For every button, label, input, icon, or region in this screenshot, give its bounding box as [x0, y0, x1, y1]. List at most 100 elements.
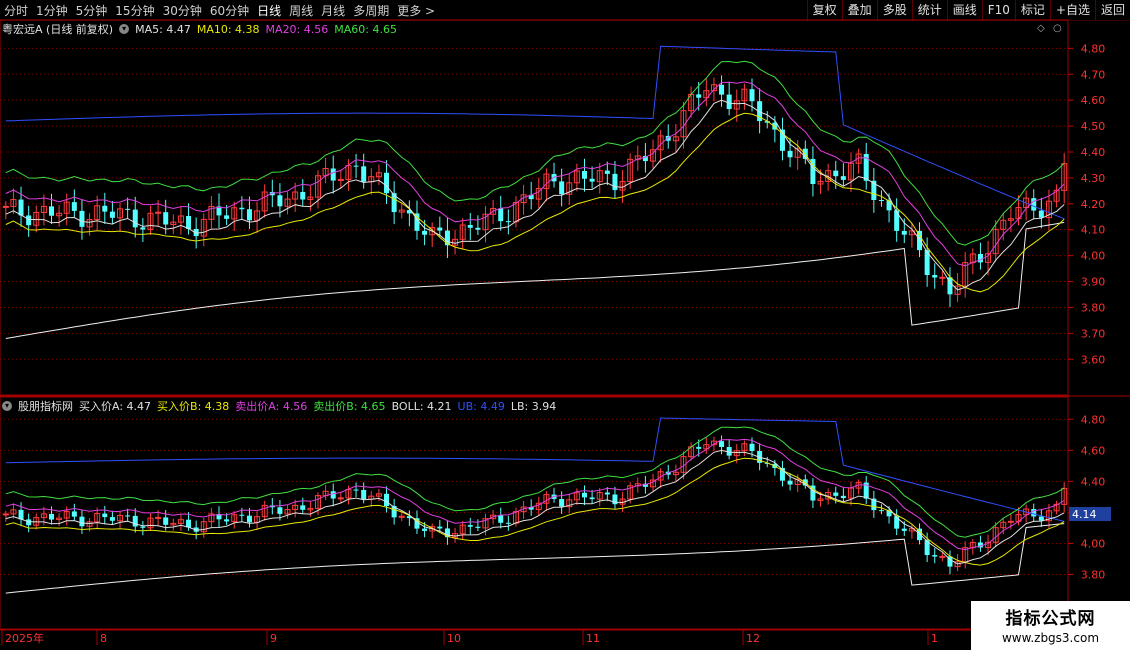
- candle-body: [779, 129, 785, 151]
- candle-body: [703, 444, 710, 450]
- candle-body: [71, 511, 77, 517]
- period-tab[interactable]: 1分钟: [32, 2, 72, 19]
- tool-button[interactable]: 统计: [911, 0, 947, 20]
- candle-body: [1007, 218, 1014, 221]
- candle-body: [512, 511, 519, 524]
- candle-body: [787, 150, 793, 158]
- indicator-value: 卖出价B: 4.65: [313, 400, 386, 413]
- candle-body: [345, 489, 352, 499]
- candle-body: [894, 516, 900, 529]
- tool-button[interactable]: 返回: [1094, 0, 1130, 20]
- candle-body: [337, 179, 344, 182]
- candle-body: [292, 191, 299, 200]
- tool-button[interactable]: 画线: [946, 0, 982, 20]
- candle-body: [467, 525, 473, 527]
- period-tab[interactable]: 周线: [285, 2, 317, 19]
- candle-body: [482, 213, 489, 231]
- candle-body: [985, 253, 992, 263]
- indicator-value: UB: 4.49: [457, 400, 505, 413]
- candle-body: [589, 178, 595, 182]
- candle-body: [163, 212, 169, 225]
- tool-button[interactable]: 复权: [806, 0, 842, 20]
- ma10-line: [5, 112, 1065, 293]
- candle-body: [924, 540, 930, 556]
- candle-body: [33, 211, 40, 226]
- candle-body: [634, 483, 641, 487]
- period-tab[interactable]: 30分钟: [159, 2, 206, 19]
- price-tick-label: 3.90: [1081, 276, 1106, 289]
- candle-body: [391, 193, 397, 213]
- candle-body: [246, 515, 252, 523]
- candle-body: [581, 492, 587, 498]
- candle-body: [977, 542, 983, 548]
- settings-circle-icon[interactable]: ▾: [119, 24, 130, 34]
- candle-body: [901, 230, 907, 235]
- candle-body: [1015, 207, 1022, 220]
- period-tab[interactable]: 5分钟: [72, 2, 112, 19]
- candle-body: [79, 210, 85, 227]
- candle-body: [634, 155, 641, 160]
- candle-body: [498, 515, 504, 523]
- candle-body: [543, 173, 550, 189]
- candle-body: [292, 504, 299, 511]
- period-tab[interactable]: 60分钟: [206, 2, 253, 19]
- candle-body: [414, 518, 420, 529]
- date-label: 2025年: [5, 631, 44, 645]
- candle-body: [969, 253, 976, 264]
- boll-line: [5, 221, 1065, 339]
- ma10-line: [5, 457, 1065, 566]
- candle-body: [825, 170, 832, 182]
- candle-body: [322, 167, 329, 177]
- ma20-line: [5, 438, 1065, 551]
- diamond-icon[interactable]: ◇: [1037, 23, 1045, 34]
- date-label: 10: [447, 632, 461, 645]
- candle-body: [239, 207, 245, 210]
- candle-body: [688, 446, 695, 458]
- circle-icon[interactable]: ○: [1053, 23, 1062, 34]
- candle-body: [787, 480, 793, 485]
- main-indicators: MA5: 4.47 MA10: 4.38 MA20: 4.56 MA60: 4.65: [135, 23, 403, 36]
- tool-button[interactable]: +自选: [1049, 0, 1095, 20]
- candle-body: [459, 524, 466, 535]
- period-tab[interactable]: 月线: [317, 2, 349, 19]
- candle-body: [657, 471, 664, 481]
- date-label: 12: [746, 632, 760, 645]
- price-tick-label: 4.70: [1081, 68, 1106, 81]
- candle-body: [505, 221, 511, 223]
- candle-body: [894, 210, 900, 231]
- candle-body: [878, 510, 884, 512]
- candle-body: [680, 456, 687, 473]
- period-tab[interactable]: 分时: [0, 2, 32, 19]
- candle-body: [361, 489, 367, 500]
- sub-title: 股朋指标网: [18, 400, 73, 413]
- candle-body: [764, 462, 770, 464]
- candle-body: [710, 84, 717, 92]
- tool-button[interactable]: 标记: [1014, 0, 1050, 20]
- kline-chart[interactable]: 4.80 4.70 4.60 4.50 4.40 4.30 4.20 4.10 4.00 3.90…: [0, 0, 1130, 650]
- tool-button[interactable]: 叠加: [841, 0, 877, 20]
- settings-circle-icon[interactable]: ▾: [2, 401, 12, 411]
- candle-body: [170, 522, 177, 526]
- candle-body: [261, 191, 268, 212]
- candle-body: [825, 492, 832, 500]
- candle-body: [208, 513, 215, 523]
- candle-body: [254, 516, 261, 523]
- candle-body: [177, 215, 184, 223]
- candle-body: [749, 89, 755, 102]
- tool-button[interactable]: F10: [981, 0, 1015, 20]
- period-tab[interactable]: 多周期: [349, 2, 393, 19]
- candle-body: [132, 515, 138, 527]
- candle-body: [947, 556, 953, 567]
- candle-body: [573, 492, 580, 501]
- period-tab[interactable]: 更多 >: [393, 2, 439, 19]
- period-tabs: 分时 1分钟 5分钟 15分钟 30分钟 60分钟 日线 周线 月线 多周期 更多 >: [0, 0, 439, 20]
- candle-body: [802, 479, 808, 486]
- period-tab[interactable]: 15分钟: [111, 2, 158, 19]
- candle-body: [18, 509, 24, 520]
- tool-button[interactable]: 多股: [876, 0, 912, 20]
- period-tab[interactable]: 日线: [253, 2, 285, 19]
- candle-body: [125, 208, 131, 210]
- candle-body: [277, 507, 283, 514]
- candle-body: [642, 155, 648, 162]
- candle-body: [337, 497, 344, 500]
